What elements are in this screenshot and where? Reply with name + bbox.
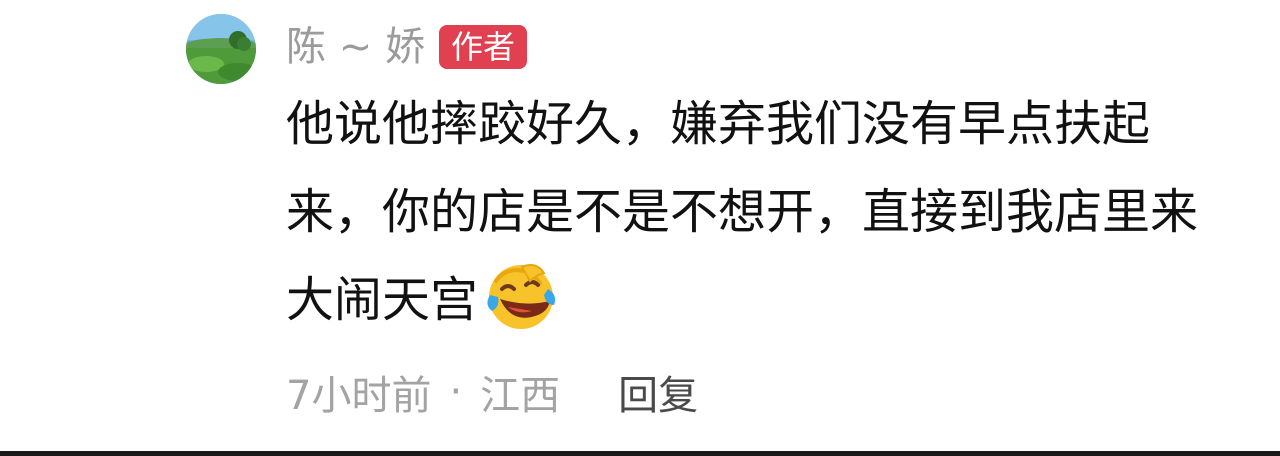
comment-text-line: 来，你的店是不是不想开，直接到我店里来	[286, 184, 1199, 240]
comment-text-line: 大闹天宫	[286, 272, 479, 328]
author-badge: 作者	[438, 25, 527, 69]
comment-meta: 7小时前 · 江西 回复	[286, 363, 698, 421]
divider	[0, 451, 1280, 456]
avatar[interactable]	[186, 14, 256, 84]
username[interactable]: 陈 ~ 娇	[286, 22, 425, 72]
laughing-crying-emoji-icon	[482, 259, 560, 331]
comment-body: 他说他摔跤好久，嫌弃我们没有早点扶起 来，你的店是不是不想开，直接到我店里来 大…	[286, 98, 1246, 362]
comment-text-line-last: 大闹天宫	[286, 264, 1246, 329]
comment-text-line: 他说他摔跤好久，嫌弃我们没有早点扶起	[286, 96, 1151, 152]
meta-separator: ·	[449, 369, 463, 415]
timestamp: 7小时前	[286, 373, 432, 419]
location: 江西	[480, 373, 561, 419]
reply-button[interactable]: 回复	[618, 363, 698, 421]
avatar-image	[186, 14, 256, 84]
comment-item: 陈 ~ 娇 作者 他说他摔跤好久，嫌弃我们没有早点扶起 来，你的店是不是不想开，…	[0, 0, 1280, 456]
comment-header: 陈 ~ 娇 作者	[286, 22, 527, 72]
